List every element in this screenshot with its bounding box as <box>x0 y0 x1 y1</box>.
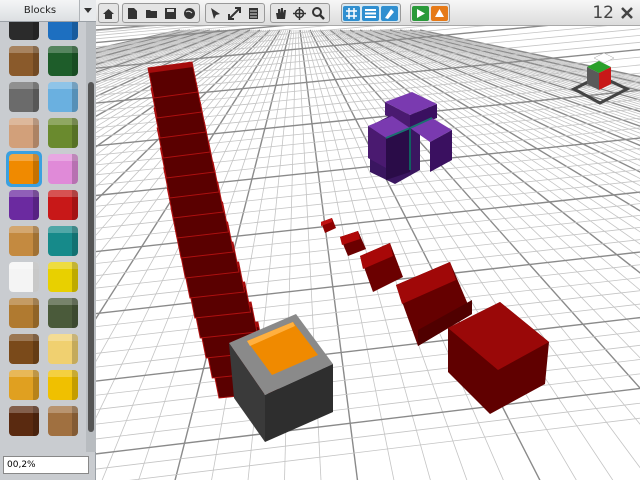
grid-icon <box>346 8 357 19</box>
hand-icon <box>276 8 286 19</box>
purple-block-cluster[interactable] <box>368 92 452 184</box>
block-tile-17[interactable] <box>9 298 39 328</box>
play-button[interactable] <box>412 6 429 21</box>
up-button[interactable] <box>431 6 448 21</box>
progress-field: 00,2% <box>3 456 89 474</box>
block-tile-22[interactable] <box>48 370 78 400</box>
resize-icon <box>228 7 241 20</box>
block-tile-7[interactable] <box>9 118 39 148</box>
toolbar-group-run <box>410 3 450 23</box>
new-file-icon <box>128 8 137 19</box>
block-tile-23[interactable] <box>9 406 39 436</box>
toolbar-group-file <box>122 3 200 23</box>
block-counter: 12 <box>592 3 614 23</box>
select-arrow-icon <box>211 8 220 19</box>
home-button[interactable] <box>100 6 117 21</box>
scene-canvas[interactable] <box>96 26 640 480</box>
list-icon <box>365 9 376 18</box>
block-tile-18[interactable] <box>48 298 78 328</box>
block-tile-14[interactable] <box>48 226 78 256</box>
block-tile-9[interactable] <box>9 154 39 184</box>
zoom-icon <box>312 7 325 20</box>
block-tile-20[interactable] <box>48 334 78 364</box>
move-button[interactable] <box>291 6 308 21</box>
save-icon <box>165 8 176 19</box>
red-cube-medium <box>360 243 403 292</box>
open-folder-icon <box>146 10 157 18</box>
globe-icon <box>184 8 195 19</box>
block-tile-4[interactable] <box>48 46 78 76</box>
tower-block-1 <box>147 61 199 99</box>
layers-icon <box>249 8 258 19</box>
resize-button[interactable] <box>226 6 243 21</box>
toolbar-group-edit <box>205 3 265 23</box>
block-tile-24[interactable] <box>48 406 78 436</box>
zoom-button[interactable] <box>310 6 327 21</box>
block-tile-1[interactable] <box>9 22 39 40</box>
chevron-down-icon[interactable] <box>79 0 96 21</box>
save-button[interactable] <box>162 6 179 21</box>
close-icon <box>621 7 633 19</box>
open-folder-button[interactable] <box>143 6 160 21</box>
block-tile-6[interactable] <box>48 82 78 112</box>
palette-scrollbar[interactable] <box>86 22 96 452</box>
block-sidebar: Blocks 00,2% <box>0 0 96 480</box>
layers-button[interactable] <box>245 6 262 21</box>
toolbar-group-view <box>341 3 401 23</box>
3d-viewport[interactable] <box>96 26 640 480</box>
grid-toggle-button[interactable] <box>343 6 360 21</box>
toolbar-group-home <box>98 3 119 23</box>
toolbar-group-navigate <box>270 3 330 23</box>
move-icon <box>293 7 306 20</box>
block-tile-5[interactable] <box>9 82 39 112</box>
block-tile-3[interactable] <box>9 46 39 76</box>
list-button[interactable] <box>362 6 379 21</box>
scrollbar-thumb[interactable] <box>88 82 94 432</box>
block-tile-2[interactable] <box>48 22 78 40</box>
block-tile-8[interactable] <box>48 118 78 148</box>
block-tile-11[interactable] <box>9 190 39 220</box>
new-file-button[interactable] <box>124 6 141 21</box>
block-tile-16[interactable] <box>48 262 78 292</box>
block-tile-19[interactable] <box>9 334 39 364</box>
block-tile-13[interactable] <box>9 226 39 256</box>
block-tile-15[interactable] <box>9 262 39 292</box>
block-tile-10[interactable] <box>48 154 78 184</box>
close-button[interactable] <box>620 5 634 19</box>
up-arrow-icon <box>435 9 444 17</box>
red-cube-small-1 <box>321 218 336 233</box>
paint-button[interactable] <box>381 6 398 21</box>
select-button[interactable] <box>207 6 224 21</box>
paint-icon <box>385 9 394 19</box>
block-tile-21[interactable] <box>9 370 39 400</box>
play-icon <box>417 9 425 18</box>
category-label: Blocks <box>23 5 57 16</box>
block-palette <box>0 22 86 452</box>
block-tile-12[interactable] <box>48 190 78 220</box>
home-icon <box>103 9 114 19</box>
globe-button[interactable] <box>181 6 198 21</box>
toolbar: 12 <box>96 0 640 26</box>
hand-button[interactable] <box>272 6 289 21</box>
category-dropdown[interactable]: Blocks <box>0 0 96 22</box>
